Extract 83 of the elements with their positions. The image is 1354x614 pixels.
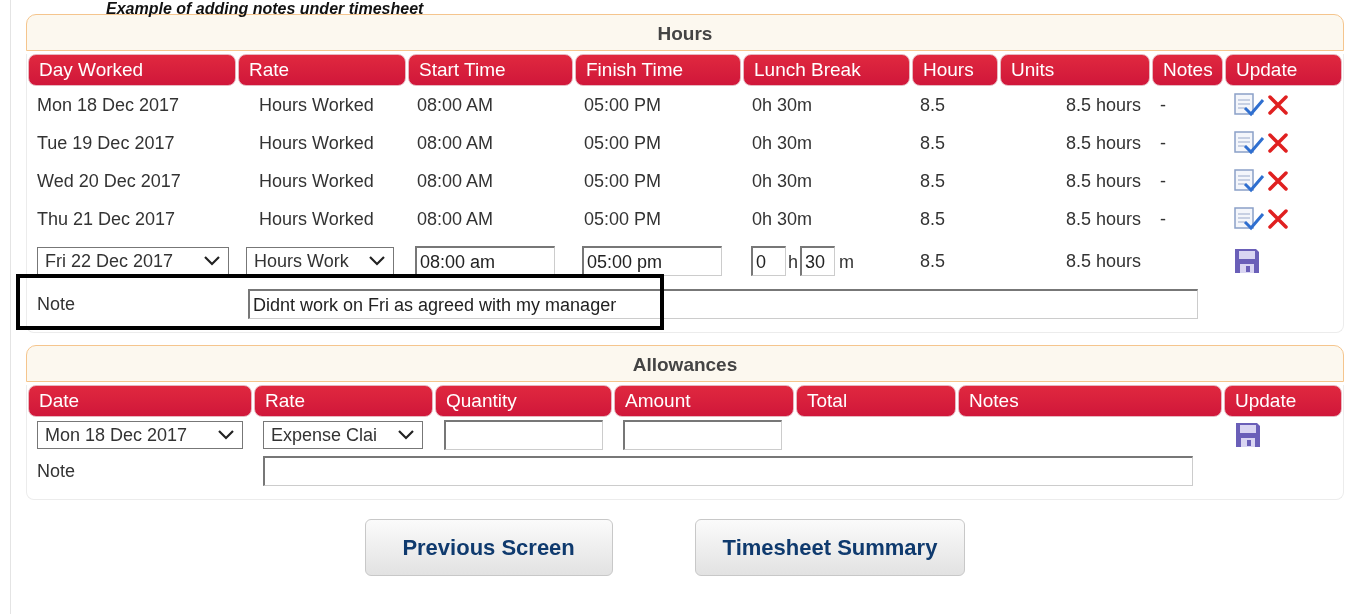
amount-field[interactable] [623,420,782,450]
column-header: Update [1224,385,1342,417]
table-cell-text: 8.5 hours [1064,249,1142,273]
table-cell-text: 8.5 hours [1064,169,1142,193]
delete-icon[interactable] [1267,132,1289,154]
table-cell-text: Hours Worked [258,207,375,231]
rate-select[interactable]: Hours Work [246,247,394,275]
table-cell-text: 08:00 AM [416,131,495,155]
rate-select[interactable]: Expense Clai [263,421,423,449]
table-cell-text: - [1159,93,1167,117]
chevron-down-icon [368,255,386,267]
edit-icon[interactable] [1233,168,1265,194]
column-header: Date [28,385,252,417]
column-header: Notes [958,385,1222,417]
table-cell-text: - [1159,131,1167,155]
table-cell-text: 8.5 [919,131,947,155]
note-label: Note [36,292,77,316]
column-header: Rate [238,54,406,86]
quantity-field[interactable] [444,420,603,450]
table-cell-text: - [1159,169,1167,193]
day-select[interactable]: Fri 22 Dec 2017 [37,247,229,275]
delete-icon[interactable] [1267,170,1289,192]
table-cell-text: Hours Worked [258,131,375,155]
column-header: Units [1000,54,1150,86]
column-header: Hours [912,54,998,86]
table-cell-text: 05:00 PM [583,93,663,117]
section-title: Allowances [26,345,1344,382]
save-icon[interactable] [1234,248,1260,274]
lunch-minutes-field[interactable]: 30 [800,246,835,276]
edit-icon[interactable] [1233,130,1265,156]
chevron-down-icon [217,429,235,441]
column-header: Update [1225,54,1342,86]
column-header: Day Worked [28,54,236,86]
table-cell-text: Hours Worked [258,169,375,193]
table-cell-text: 0h 30m [751,93,814,117]
column-header: Amount [614,385,794,417]
note-label: Note [36,459,77,483]
delete-icon[interactable] [1267,94,1289,116]
table-cell-text: Mon 18 Dec 2017 [36,93,181,117]
start-time-field[interactable]: 08:00 am [415,246,555,276]
table-cell-text: 0h 30m [751,169,814,193]
table-cell-text: 8.5 hours [1064,131,1142,155]
column-header: Notes [1152,54,1223,86]
delete-icon[interactable] [1267,208,1289,230]
table-cell-text: 05:00 PM [583,169,663,193]
table-cell-text: 8.5 hours [1064,207,1142,231]
column-header: Start Time [408,54,573,86]
table-cell-text: 05:00 PM [583,131,663,155]
save-icon[interactable] [1235,422,1261,448]
table-cell-text: 0h 30m [751,131,814,155]
chevron-down-icon [203,255,221,267]
nav-button[interactable]: Previous Screen [364,519,613,576]
table-cell-text: Thu 21 Dec 2017 [36,207,177,231]
column-header: Total [796,385,956,417]
minutes-unit: m [838,251,854,274]
table-cell-text: 0h 30m [751,207,814,231]
table-cell-text: 8.5 [919,249,947,273]
chevron-down-icon [397,429,415,441]
column-header: Finish Time [575,54,741,86]
table-cell-text: - [1159,207,1167,231]
nav-button[interactable]: Timesheet Summary [694,519,966,576]
table-cell-text: 8.5 [919,207,947,231]
table-cell-text: 05:00 PM [583,207,663,231]
hours-unit: h [788,251,798,274]
table-cell-text: 8.5 [919,93,947,117]
table-cell-text: Wed 20 Dec 2017 [36,169,182,193]
date-select[interactable]: Mon 18 Dec 2017 [37,421,243,449]
table-cell-text: 08:00 AM [416,207,495,231]
edit-icon[interactable] [1233,206,1265,232]
table-cell-text: 8.5 hours [1064,93,1142,117]
note-field[interactable] [263,456,1193,486]
note-field[interactable]: Didnt work on Fri as agreed with my manager [248,289,1198,319]
table-cell-text: 08:00 AM [416,169,495,193]
table-cell-text: Tue 19 Dec 2017 [36,131,176,155]
lunch-hours-field[interactable]: 0 [751,246,786,276]
table-cell-text: 08:00 AM [416,93,495,117]
table-cell-text: Hours Worked [258,93,375,117]
column-header: Rate [254,385,433,417]
column-header: Lunch Break [743,54,910,86]
edit-icon[interactable] [1233,92,1265,118]
column-header: Quantity [435,385,612,417]
table-cell-text: 8.5 [919,169,947,193]
finish-time-field[interactable]: 05:00 pm [582,246,722,276]
